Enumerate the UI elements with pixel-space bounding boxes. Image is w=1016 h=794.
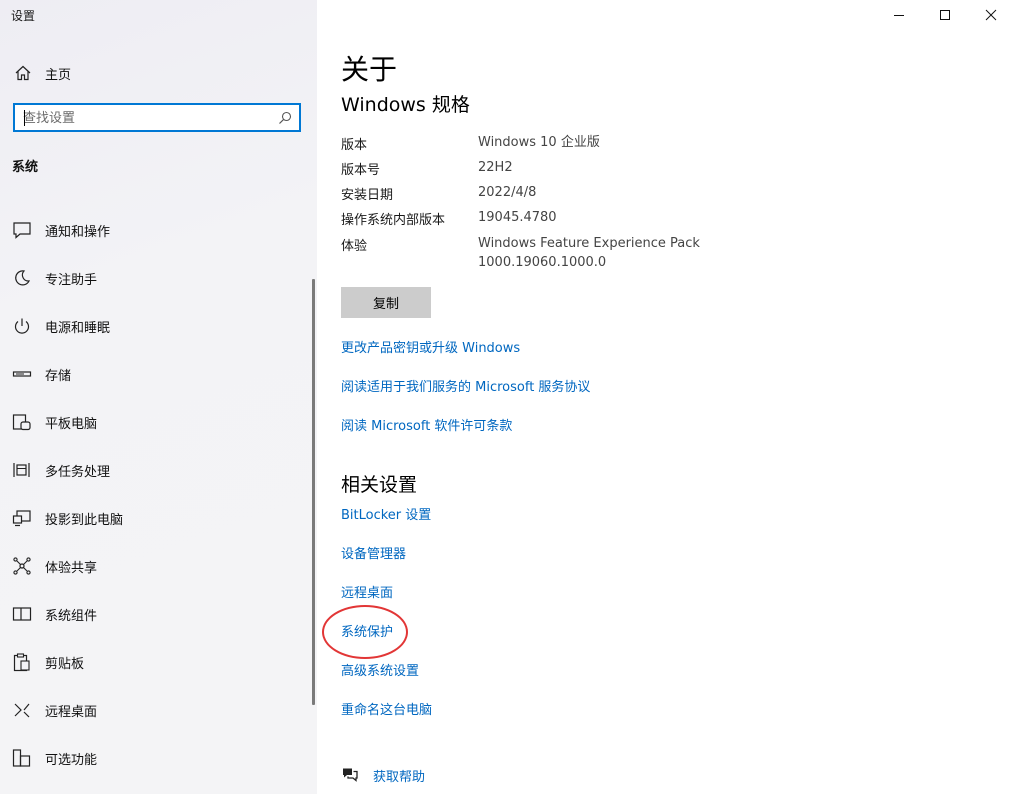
- sidebar: 设置 主页 系统 通知和操作: [0, 0, 317, 794]
- sidebar-item-optional-features[interactable]: 可选功能: [0, 742, 312, 790]
- get-help-row[interactable]: 获取帮助: [341, 765, 541, 785]
- spec-value: Windows 10 企业版: [478, 135, 600, 150]
- notification-icon: [13, 222, 31, 239]
- system-protection-link[interactable]: 系统保护: [341, 621, 393, 640]
- advanced-system-settings-link[interactable]: 高级系统设置: [341, 660, 419, 679]
- spec-label: 版本: [341, 138, 368, 153]
- sidebar-item-clipboard[interactable]: 剪贴板: [0, 646, 312, 694]
- sidebar-item-remote-desktop[interactable]: 远程桌面: [0, 694, 312, 742]
- sidebar-item-notifications[interactable]: 通知和操作: [0, 214, 312, 262]
- home-icon: [15, 65, 31, 81]
- sidebar-item-multitasking[interactable]: 多任务处理: [0, 454, 312, 502]
- close-icon: [985, 9, 997, 21]
- spec-value: 22H2: [478, 160, 513, 175]
- related-settings-title: 相关设置: [341, 474, 418, 496]
- components-icon: [12, 607, 32, 621]
- sidebar-item-label: 电源和睡眠: [45, 321, 111, 336]
- sidebar-item-label: 多任务处理: [45, 465, 111, 480]
- remote-desktop-link[interactable]: 远程桌面: [341, 582, 393, 601]
- rename-pc-link[interactable]: 重命名这台电脑: [341, 699, 432, 718]
- spec-value: Windows Feature Experience Pack: [478, 236, 700, 251]
- spec-value: 2022/4/8: [478, 185, 537, 200]
- sidebar-item-power[interactable]: 电源和睡眠: [0, 310, 312, 358]
- moon-icon: [15, 270, 31, 286]
- service-agreement-link[interactable]: 阅读适用于我们服务的 Microsoft 服务协议: [341, 376, 590, 395]
- license-terms-link[interactable]: 阅读 Microsoft 软件许可条款: [341, 415, 512, 434]
- sidebar-item-label: 通知和操作: [45, 225, 111, 240]
- minimize-button[interactable]: [876, 0, 922, 32]
- sidebar-item-label: 主页: [45, 68, 72, 83]
- sidebar-item-label: 可选功能: [45, 753, 98, 768]
- window-controls: [876, 0, 1016, 32]
- sidebar-item-label: 专注助手: [45, 273, 98, 288]
- device-manager-link[interactable]: 设备管理器: [341, 543, 406, 562]
- spec-value: 19045.4780: [478, 210, 557, 225]
- share-icon: [13, 557, 31, 575]
- spec-value-line2: 1000.19060.1000.0: [478, 255, 607, 270]
- sidebar-item-tablet[interactable]: 平板电脑: [0, 406, 312, 454]
- search-box[interactable]: [13, 103, 301, 132]
- get-help-link[interactable]: 获取帮助: [373, 766, 425, 785]
- main-content: 关于 Windows 规格 版本 Windows 10 企业版 版本号 22H2…: [317, 0, 1016, 794]
- sidebar-item-label: 剪贴板: [45, 657, 85, 672]
- spec-label: 操作系统内部版本: [341, 213, 446, 228]
- sidebar-item-label: 远程桌面: [45, 705, 98, 720]
- search-icon[interactable]: [278, 111, 292, 125]
- sidebar-item-project[interactable]: 投影到此电脑: [0, 502, 312, 550]
- bitlocker-settings-link[interactable]: BitLocker 设置: [341, 504, 431, 523]
- section-title: 系统: [12, 160, 39, 175]
- sidebar-scrollbar[interactable]: [312, 279, 315, 705]
- change-product-key-link[interactable]: 更改产品密钥或升级 Windows: [341, 337, 520, 356]
- spec-label: 体验: [341, 239, 368, 254]
- sidebar-item-storage[interactable]: 存储: [0, 358, 312, 406]
- search-input[interactable]: [23, 108, 273, 128]
- power-icon: [14, 318, 30, 334]
- copy-button[interactable]: 复制: [341, 287, 431, 318]
- text-caret: [24, 110, 25, 126]
- multitask-icon: [13, 463, 30, 477]
- nav-list: 通知和操作 专注助手 电源和睡眠 存储 平板电脑 多任务处理 投影到此电脑 体验…: [0, 214, 312, 790]
- close-button[interactable]: [968, 0, 1014, 32]
- sidebar-item-label: 存储: [45, 369, 72, 384]
- app-title: 设置: [11, 9, 36, 23]
- settings-window: 设置 主页 系统 通知和操作: [0, 0, 1016, 794]
- sidebar-item-focus-assist[interactable]: 专注助手: [0, 262, 312, 310]
- spec-label: 安装日期: [341, 188, 394, 203]
- sidebar-item-label: 系统组件: [45, 609, 98, 624]
- clipboard-icon: [13, 653, 30, 672]
- maximize-button[interactable]: [922, 0, 968, 32]
- sidebar-item-shared-experiences[interactable]: 体验共享: [0, 550, 312, 598]
- optional-features-icon: [12, 749, 31, 767]
- tablet-icon: [12, 414, 31, 431]
- minimize-icon: [894, 15, 904, 16]
- sidebar-item-label: 平板电脑: [45, 417, 98, 432]
- sidebar-item-label: 体验共享: [45, 561, 98, 576]
- spec-label: 版本号: [341, 163, 381, 178]
- help-chat-icon: [343, 768, 358, 782]
- project-icon: [12, 510, 31, 527]
- page-title: 关于: [341, 53, 398, 86]
- maximize-icon: [940, 10, 950, 20]
- remote-desktop-icon: [14, 703, 30, 718]
- sidebar-item-home[interactable]: 主页: [0, 58, 317, 88]
- sidebar-item-system-components[interactable]: 系统组件: [0, 598, 312, 646]
- sidebar-item-label: 投影到此电脑: [45, 513, 124, 528]
- storage-icon: [12, 371, 32, 377]
- spec-section-title: Windows 规格: [341, 94, 470, 116]
